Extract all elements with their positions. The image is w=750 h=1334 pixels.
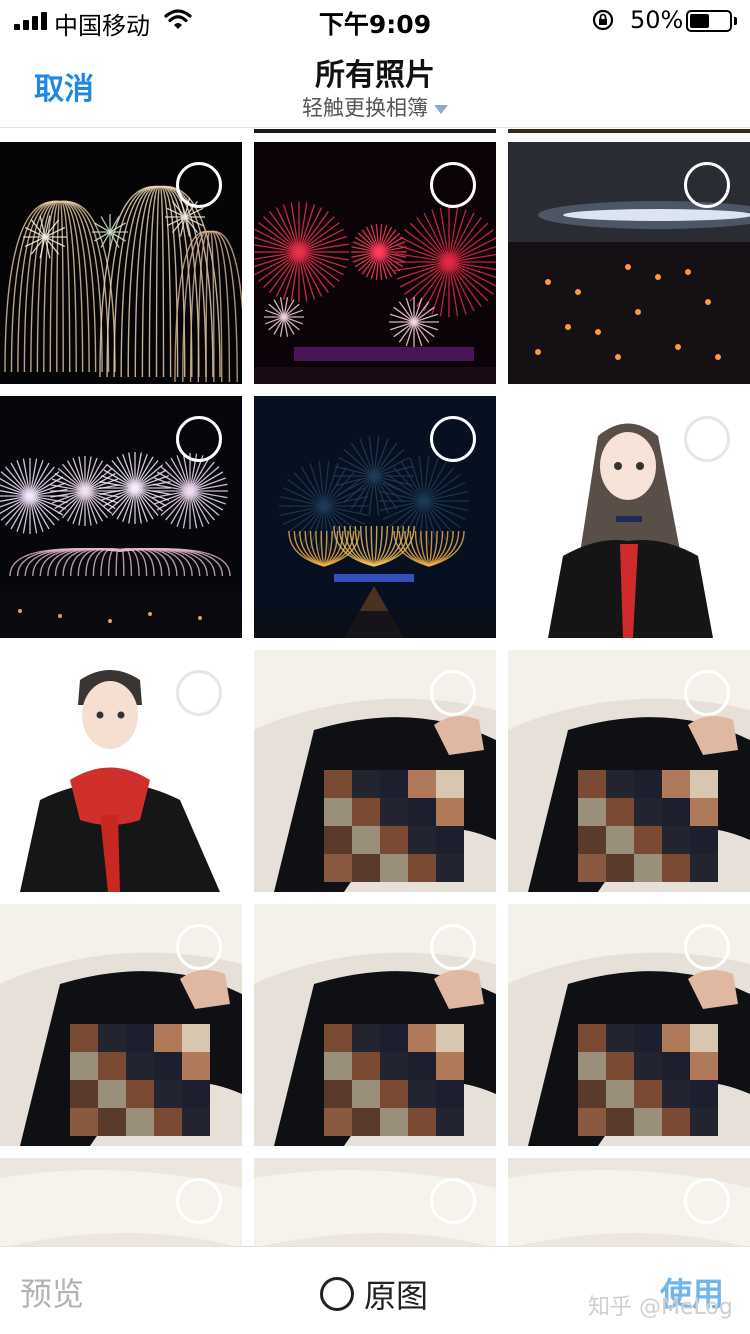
photo-thumbnail[interactable] [508,142,750,384]
status-bar: 中国移动 下午9:09 50% [0,0,750,40]
photo-thumbnail[interactable] [508,396,750,638]
select-photo-checkbox[interactable] [684,924,730,970]
select-photo-checkbox[interactable] [684,416,730,462]
select-photo-checkbox[interactable] [176,1178,222,1224]
bottom-toolbar: 预览 原图 使用 知乎 @MeLog [0,1246,750,1334]
photo-thumbnail[interactable] [508,904,750,1146]
photo-thumbnail[interactable] [0,1158,242,1246]
photo-thumbnail[interactable] [254,1158,496,1246]
photo-thumbnail[interactable] [0,396,242,638]
photo-thumbnail[interactable] [254,396,496,638]
photo-thumbnail[interactable] [254,650,496,892]
photo-thumbnail[interactable] [0,650,242,892]
photo-thumbnail[interactable] [508,1158,750,1246]
battery-percent: 50% [630,6,684,34]
select-photo-checkbox[interactable] [684,670,730,716]
select-photo-checkbox[interactable] [176,670,222,716]
page-title: 所有照片 [315,58,435,93]
photo-thumbnail[interactable] [0,142,242,384]
select-photo-checkbox[interactable] [430,1178,476,1224]
rotation-lock-icon [592,9,614,31]
caret-down-icon [434,104,448,114]
select-photo-checkbox[interactable] [176,162,222,208]
photo-grid[interactable] [0,129,750,1246]
album-switch-button[interactable]: 轻触更换相簿 [0,92,750,122]
original-radio-icon[interactable] [320,1277,354,1311]
select-photo-checkbox[interactable] [430,162,476,208]
photo-thumbnail[interactable] [508,650,750,892]
select-photo-checkbox[interactable] [430,670,476,716]
select-photo-checkbox[interactable] [176,924,222,970]
select-photo-checkbox[interactable] [430,416,476,462]
photo-thumbnail[interactable] [254,142,496,384]
select-photo-checkbox[interactable] [684,1178,730,1224]
photo-thumbnail[interactable] [254,904,496,1146]
original-image-toggle[interactable]: 原图 [320,1271,428,1317]
partial-photo-edge [508,129,750,133]
watermark-text: 知乎 @MeLog [588,1295,733,1320]
nav-bar: 取消 所有照片 轻触更换相簿 [0,40,750,128]
battery-icon [686,10,732,32]
preview-button[interactable]: 预览 [20,1269,84,1315]
photo-thumbnail[interactable] [0,904,242,1146]
select-photo-checkbox[interactable] [430,924,476,970]
partial-photo-edge [254,129,496,133]
original-label: 原图 [364,1277,429,1315]
select-photo-checkbox[interactable] [684,162,730,208]
album-switch-label: 轻触更换相簿 [302,96,428,120]
select-photo-checkbox[interactable] [176,416,222,462]
battery-tip [734,17,737,25]
